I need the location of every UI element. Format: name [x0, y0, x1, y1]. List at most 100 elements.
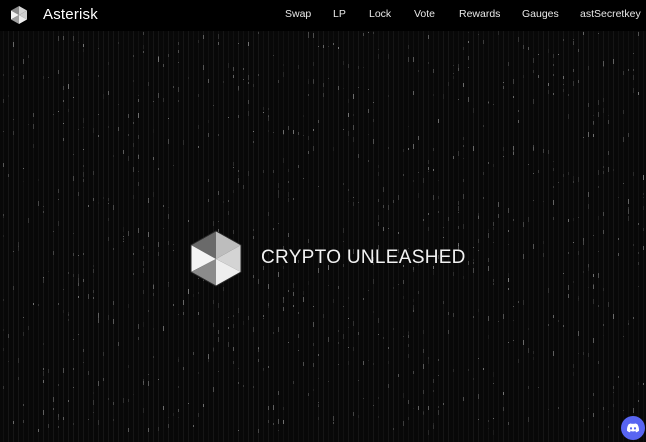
rain-glyph [478, 34, 479, 35]
rain-glyph [158, 93, 159, 98]
rain-glyph [493, 242, 494, 243]
rain-glyph [43, 343, 44, 345]
nav-gauges[interactable]: Gauges [522, 7, 559, 21]
rain-glyph [283, 299, 284, 303]
rain-glyph [423, 219, 424, 221]
rain-glyph [188, 220, 189, 222]
nav-swap[interactable]: Swap [285, 7, 311, 21]
rain-glyph [13, 421, 14, 424]
rain-column [173, 31, 174, 442]
rain-glyph [268, 366, 269, 368]
rain-glyph [263, 107, 264, 110]
rain-glyph [253, 131, 254, 132]
rain-glyph [443, 301, 444, 304]
rain-glyph [28, 326, 29, 330]
rain-glyph [583, 352, 584, 355]
rain-glyph [438, 196, 439, 199]
rain-glyph [638, 400, 639, 402]
rain-glyph [623, 336, 624, 337]
rain-glyph [428, 160, 429, 164]
rain-glyph [498, 321, 499, 322]
rain-glyph [528, 328, 529, 330]
nav-lp[interactable]: LP [333, 7, 346, 21]
rain-glyph [308, 81, 309, 84]
rain-column [23, 31, 24, 442]
rain-glyph [498, 202, 499, 207]
rain-glyph [613, 59, 614, 64]
rain-glyph [48, 77, 49, 78]
rain-glyph [473, 316, 474, 318]
rain-glyph [488, 428, 489, 429]
rain-glyph [478, 309, 479, 312]
rain-glyph [388, 54, 389, 59]
rain-glyph [383, 337, 384, 339]
rain-glyph [503, 86, 504, 89]
rain-glyph [168, 424, 169, 428]
rain-glyph [343, 61, 344, 65]
rain-glyph [518, 37, 519, 42]
rain-glyph [533, 244, 534, 249]
rain-glyph [58, 417, 59, 420]
rain-glyph [428, 62, 429, 64]
rain-glyph [508, 288, 509, 290]
rain-glyph [123, 227, 124, 232]
rain-glyph [363, 361, 364, 365]
nav-astsecretkey[interactable]: astSecretkey [580, 7, 641, 21]
rain-glyph [138, 171, 139, 172]
rain-glyph [143, 322, 144, 327]
rain-glyph [218, 42, 219, 45]
rain-glyph [573, 176, 574, 181]
rain-glyph [613, 392, 614, 393]
rain-glyph [218, 34, 219, 39]
rain-glyph [238, 43, 239, 44]
rain-glyph [163, 228, 164, 229]
rain-glyph [523, 340, 524, 345]
discord-button[interactable] [621, 416, 645, 440]
rain-glyph [558, 320, 559, 322]
rain-glyph [78, 334, 79, 335]
rain-glyph [163, 205, 164, 207]
rain-glyph [198, 372, 199, 374]
rain-glyph [358, 66, 359, 69]
rain-glyph [138, 228, 139, 233]
rain-glyph [638, 32, 639, 36]
rain-glyph [263, 112, 264, 113]
rain-glyph [423, 349, 424, 353]
rain-glyph [588, 192, 589, 197]
nav-vote[interactable]: Vote [414, 7, 435, 21]
rain-glyph [598, 305, 599, 307]
rain-glyph [383, 187, 384, 192]
rain-glyph [493, 104, 494, 105]
rain-glyph [343, 334, 344, 339]
rain-glyph [408, 148, 409, 150]
rain-glyph [73, 387, 74, 388]
rain-glyph [128, 304, 129, 308]
brand-home-link[interactable]: Asterisk [10, 5, 98, 25]
rain-glyph [438, 119, 439, 123]
rain-glyph [328, 337, 329, 342]
nav-rewards[interactable]: Rewards [459, 7, 500, 21]
rain-glyph [523, 300, 524, 305]
rain-column [128, 31, 129, 442]
rain-glyph [268, 420, 269, 423]
rain-glyph [148, 381, 149, 386]
rain-glyph [483, 368, 484, 370]
rain-glyph [593, 235, 594, 236]
rain-glyph [183, 367, 184, 370]
rain-glyph [333, 43, 334, 45]
rain-glyph [373, 311, 374, 313]
rain-glyph [353, 94, 354, 99]
rain-glyph [13, 251, 14, 252]
rain-glyph [603, 335, 604, 336]
rain-glyph [548, 83, 549, 86]
rain-glyph [138, 113, 139, 118]
rain-glyph [438, 375, 439, 376]
rain-glyph [408, 400, 409, 404]
rain-glyph [423, 390, 424, 394]
nav-lock[interactable]: Lock [369, 7, 391, 21]
rain-glyph [13, 42, 14, 47]
rain-glyph [443, 403, 444, 405]
rain-glyph [283, 420, 284, 424]
rain-glyph [143, 408, 144, 413]
rain-glyph [553, 93, 554, 95]
